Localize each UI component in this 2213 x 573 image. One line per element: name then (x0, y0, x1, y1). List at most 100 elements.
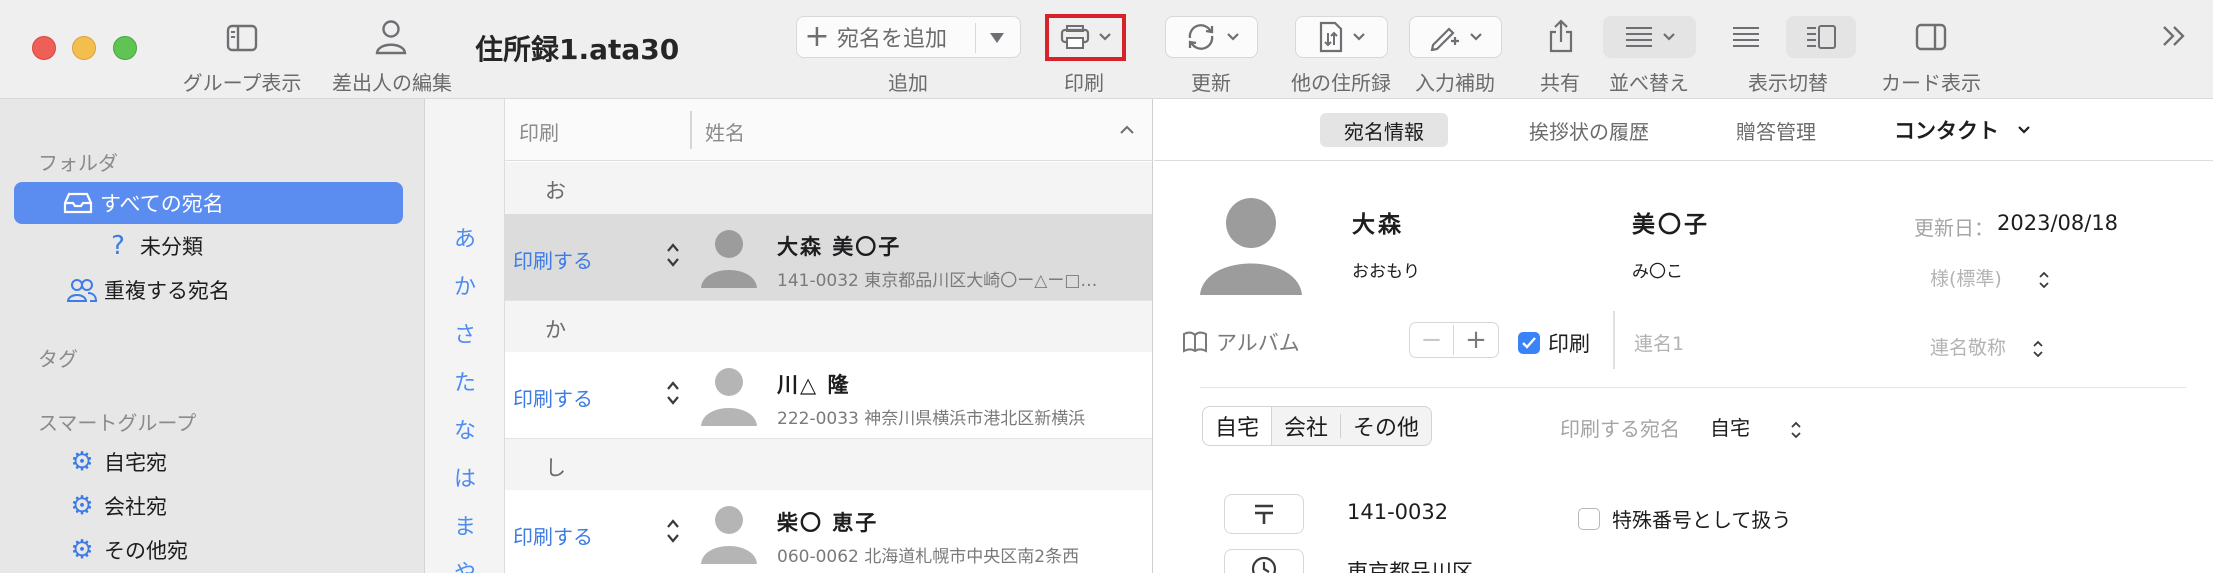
zoom-window-button[interactable] (113, 36, 137, 60)
list-view-button[interactable] (1720, 16, 1771, 58)
person-icon[interactable] (374, 18, 408, 56)
sort-ascending-icon[interactable] (1119, 121, 1135, 140)
up-down-arrow-icon[interactable] (665, 518, 681, 548)
sidebar-item-duplicates[interactable]: 重複する宛名 (64, 269, 230, 311)
sidebar: フォルダ すべての宛名 ? 未分類 重複する宛名 タグ スマートグループ ⚙ 自… (0, 99, 425, 573)
minimize-window-button[interactable] (72, 36, 96, 60)
album-stepper[interactable]: − + (1409, 322, 1499, 358)
detail-pane: 宛名情報 挨拶状の履歴 贈答管理 コンタクト 大森 美〇子 おおもり み〇こ 更… (1154, 99, 2213, 573)
sort-button[interactable] (1603, 16, 1696, 58)
column-header-print[interactable]: 印刷 (519, 117, 559, 146)
add-dropdown-arrow-icon[interactable] (987, 29, 1007, 51)
given-name-field[interactable]: 美〇子 (1632, 205, 1710, 239)
update-label: 更新 (1191, 71, 1231, 95)
update-button[interactable] (1165, 16, 1258, 58)
index-letter[interactable]: た (425, 365, 505, 397)
group-header: お (505, 162, 1152, 214)
tab-greeting-history[interactable]: 挨拶状の履歴 (1505, 113, 1673, 147)
segment-home[interactable]: 自宅 (1203, 407, 1273, 445)
postal-mark-icon (1255, 504, 1273, 524)
print-checkbox[interactable]: 印刷 (1518, 328, 1590, 358)
refresh-icon (1188, 24, 1213, 50)
tab-gift-management[interactable]: 贈答管理 (1712, 113, 1840, 147)
close-window-button[interactable] (32, 36, 56, 60)
special-number-checkbox[interactable]: 特殊番号として扱う (1578, 504, 1791, 533)
toolbar-overflow-icon[interactable] (2158, 20, 2190, 52)
add-address-label: 宛名を追加 (837, 27, 948, 52)
tab-contact-label: コンタクト (1894, 119, 1999, 143)
honorific-select[interactable]: 様(標準) (1930, 264, 2050, 291)
column-header-name[interactable]: 姓名 (705, 117, 745, 146)
postal-mark-button[interactable] (1224, 494, 1304, 534)
sidebar-item-smart-group-company[interactable]: ⚙ 会社宛 (64, 485, 167, 527)
plus-icon[interactable]: + (1454, 325, 1498, 355)
contact-name: 川△ 隆 (777, 373, 851, 397)
table-row[interactable]: 印刷する 川△ 隆 222-0033 神奈川県横浜市港北区新横浜 (505, 352, 1152, 439)
index-letter[interactable]: か (425, 269, 505, 301)
contact-photo[interactable] (1196, 191, 1306, 299)
segment-company[interactable]: 会社 (1272, 407, 1340, 445)
card-view-icon[interactable] (1913, 20, 1949, 54)
minus-icon[interactable]: − (1410, 325, 1454, 355)
index-letter[interactable]: な (425, 413, 505, 445)
index-letter[interactable]: さ (425, 317, 505, 349)
up-down-arrow-icon[interactable] (665, 380, 681, 410)
sidebar-item-label: 未分類 (140, 235, 203, 259)
up-down-arrow-icon[interactable] (665, 242, 681, 272)
chevron-down-icon (1662, 33, 1675, 41)
address-line1-field[interactable]: 東京都品川区 (1347, 556, 1473, 573)
print-status[interactable]: 印刷する (513, 245, 593, 274)
given-kana-field[interactable]: み〇こ (1632, 257, 1683, 282)
sidebar-item-smart-group-home[interactable]: ⚙ 自宅宛 (64, 441, 167, 483)
index-letter[interactable]: は (425, 461, 505, 493)
tab-contact[interactable]: コンタクト (1870, 113, 2055, 147)
add-address-button[interactable]: + 宛名を追加 (796, 16, 1021, 58)
tab-address-info[interactable]: 宛名情報 (1320, 113, 1448, 147)
index-letter[interactable]: ま (425, 509, 505, 541)
share-icon[interactable] (1543, 16, 1579, 56)
address-type-segmented-control[interactable]: 自宅 会社 その他 (1202, 406, 1433, 446)
sidebar-item-smart-group-other[interactable]: ⚙ その他宛 (64, 529, 188, 571)
index-letter[interactable]: や (425, 555, 505, 573)
list-icon (1732, 27, 1759, 47)
chevron-down-icon (2018, 126, 2030, 134)
sender-edit-label: 差出人の編集 (332, 71, 452, 95)
index-letter[interactable]: あ (425, 221, 505, 253)
print-status[interactable]: 印刷する (513, 383, 593, 412)
share-label: 共有 (1540, 71, 1580, 95)
detail-tabs: 宛名情報 挨拶状の履歴 贈答管理 コンタクト (1154, 99, 2213, 161)
group-header: か (505, 301, 1152, 353)
sidebar-item-uncategorized[interactable]: ? 未分類 (100, 225, 203, 267)
joint-name-field[interactable]: 連名1 (1634, 329, 1684, 356)
chevron-down-icon (1226, 33, 1239, 41)
print-status[interactable]: 印刷する (513, 521, 593, 550)
contact-address: 060-0062 北海道札幌市中央区南2条西 (777, 547, 1080, 567)
postal-code-field[interactable]: 141-0032 (1347, 500, 1448, 524)
table-row[interactable]: 印刷する 大森 美〇子 141-0032 東京都品川区大崎〇ー△ー□… (505, 214, 1152, 301)
other-address-book-button[interactable] (1295, 16, 1388, 58)
clock-icon (1251, 556, 1277, 573)
split-view-button[interactable] (1786, 16, 1856, 58)
print-address-select[interactable]: 自宅 (1710, 412, 1802, 441)
sort-label: 並べ替え (1609, 71, 1689, 95)
avatar (695, 224, 763, 292)
input-assist-button[interactable] (1409, 16, 1502, 58)
table-row[interactable]: 印刷する 柴〇 恵子 060-0062 北海道札幌市中央区南2条西 (505, 490, 1152, 573)
joint-honorific-placeholder: 連名敬称 (1930, 337, 2007, 359)
segment-other[interactable]: その他 (1341, 407, 1431, 445)
checkmark-icon (1518, 332, 1540, 354)
sidebar-toggle-icon[interactable] (224, 20, 260, 56)
book-icon (1183, 331, 1207, 353)
folder-section-header: フォルダ (38, 151, 118, 175)
document-title: 住所録1.ata30 (475, 33, 680, 66)
album-label: アルバム (1216, 331, 1300, 355)
list-header: 印刷 姓名 (505, 99, 1152, 161)
surname-field[interactable]: 大森 (1352, 205, 1404, 239)
sidebar-item-all-addresses[interactable]: すべての宛名 (14, 182, 403, 224)
question-mark-icon: ? (111, 231, 125, 261)
album-button[interactable]: アルバム (1182, 327, 1300, 357)
surname-kana-field[interactable]: おおもり (1352, 257, 1420, 282)
group-header: し (505, 439, 1152, 491)
joint-honorific-select[interactable]: 連名敬称 (1930, 333, 2044, 360)
address-history-button[interactable] (1224, 549, 1304, 573)
